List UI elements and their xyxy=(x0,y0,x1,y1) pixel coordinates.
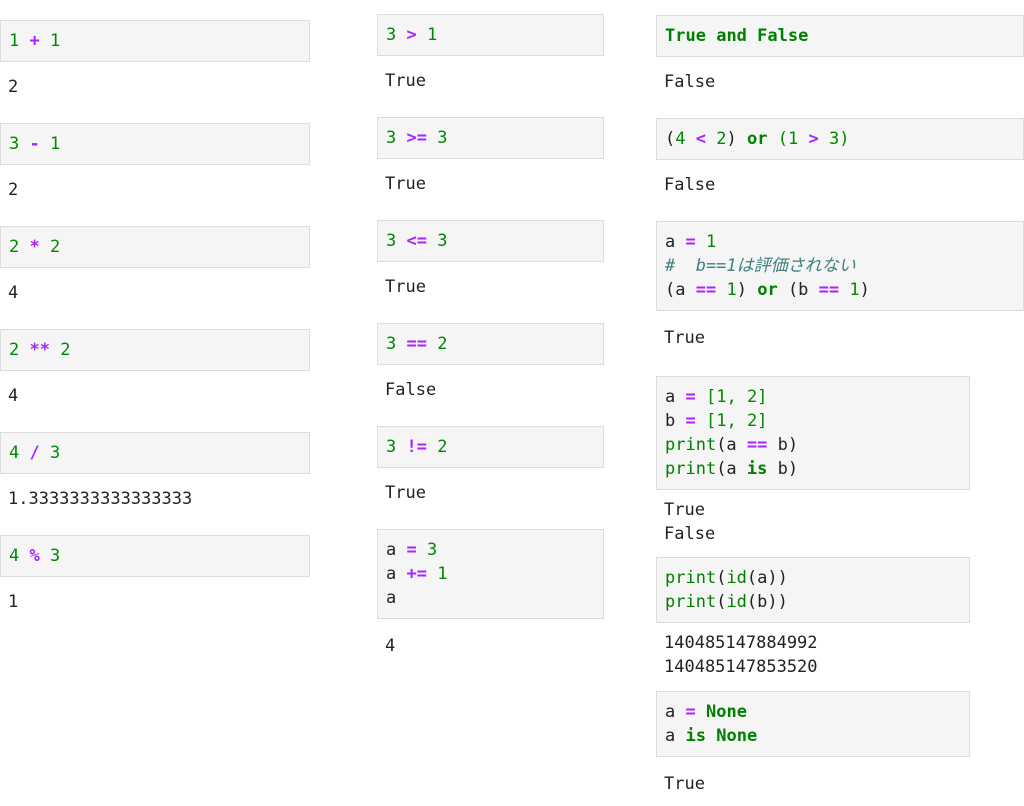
cell-less-equal: 3 <= 3 True xyxy=(377,220,604,299)
cell-multiply: 2 * 2 4 xyxy=(0,226,310,305)
cell-identity: a = [1, 2] b = [1, 2] print(a == b) prin… xyxy=(656,376,970,546)
cell-output: True xyxy=(385,277,426,297)
cell-output: 4 xyxy=(8,283,19,303)
cell-output: 2 xyxy=(8,77,19,97)
code-input[interactable]: 3 >= 3 xyxy=(377,117,604,159)
code-input[interactable]: a = [1, 2] b = [1, 2] print(a == b) prin… xyxy=(656,376,970,490)
cell-equal: 3 == 2 False xyxy=(377,323,604,402)
cell-output: False xyxy=(385,380,437,400)
cell-output: False xyxy=(664,72,716,92)
code-input[interactable]: print(id(a)) print(id(b)) xyxy=(656,557,970,623)
cell-output: True xyxy=(385,483,426,503)
code-input[interactable]: (4 < 2) or (1 > 3) xyxy=(656,118,1024,160)
cell-output: 4 xyxy=(385,636,396,656)
code-input[interactable]: 3 > 1 xyxy=(377,14,604,56)
code-input[interactable]: 3 <= 3 xyxy=(377,220,604,262)
cell-output: True xyxy=(664,328,705,348)
cell-subtract: 3 - 1 2 xyxy=(0,123,310,202)
cell-none: a = None a is None True xyxy=(656,691,970,796)
cell-output: 4 xyxy=(8,386,19,406)
cell-output: True False xyxy=(664,500,716,544)
code-input[interactable]: a = None a is None xyxy=(656,691,970,757)
cell-output: True xyxy=(385,174,426,194)
cell-id: print(id(a)) print(id(b)) 14048514788499… xyxy=(656,557,970,679)
cell-or: (4 < 2) or (1 > 3) False xyxy=(656,118,1024,197)
code-input[interactable]: 3 == 2 xyxy=(377,323,604,365)
code-comment: # b==1は評価されない xyxy=(665,256,856,276)
code-input[interactable]: True and False xyxy=(656,15,1024,57)
code-input[interactable]: 4 / 3 xyxy=(0,432,310,474)
cell-output: 1.3333333333333333 xyxy=(8,489,193,509)
code-input[interactable]: 3 - 1 xyxy=(0,123,310,165)
cell-output: True xyxy=(385,71,426,91)
code-input[interactable]: a = 1 # b==1は評価されない (a == 1) or (b == 1) xyxy=(656,221,1024,311)
cell-power: 2 ** 2 4 xyxy=(0,329,310,408)
cell-output: 140485147884992 140485147853520 xyxy=(664,633,818,677)
code-input[interactable]: a = 3 a += 1 a xyxy=(377,529,604,619)
cell-add: 1 + 1 2 xyxy=(0,20,310,99)
cell-greater-equal: 3 >= 3 True xyxy=(377,117,604,196)
cell-greater: 3 > 1 True xyxy=(377,14,604,93)
code-input[interactable]: 1 + 1 xyxy=(0,20,310,62)
cell-output: True xyxy=(664,774,705,794)
cell-and: True and False False xyxy=(656,15,1024,94)
cell-modulo: 4 % 3 1 xyxy=(0,535,310,614)
code-input[interactable]: 2 * 2 xyxy=(0,226,310,268)
cell-short-circuit: a = 1 # b==1は評価されない (a == 1) or (b == 1)… xyxy=(656,221,1024,350)
cell-divide: 4 / 3 1.3333333333333333 xyxy=(0,432,310,511)
cell-augmented-assign: a = 3 a += 1 a 4 xyxy=(377,529,604,658)
cell-output: False xyxy=(664,175,716,195)
cell-not-equal: 3 != 2 True xyxy=(377,426,604,505)
code-input[interactable]: 2 ** 2 xyxy=(0,329,310,371)
cell-output: 2 xyxy=(8,180,19,200)
code-input[interactable]: 3 != 2 xyxy=(377,426,604,468)
code-input[interactable]: 4 % 3 xyxy=(0,535,310,577)
cell-output: 1 xyxy=(8,592,19,612)
